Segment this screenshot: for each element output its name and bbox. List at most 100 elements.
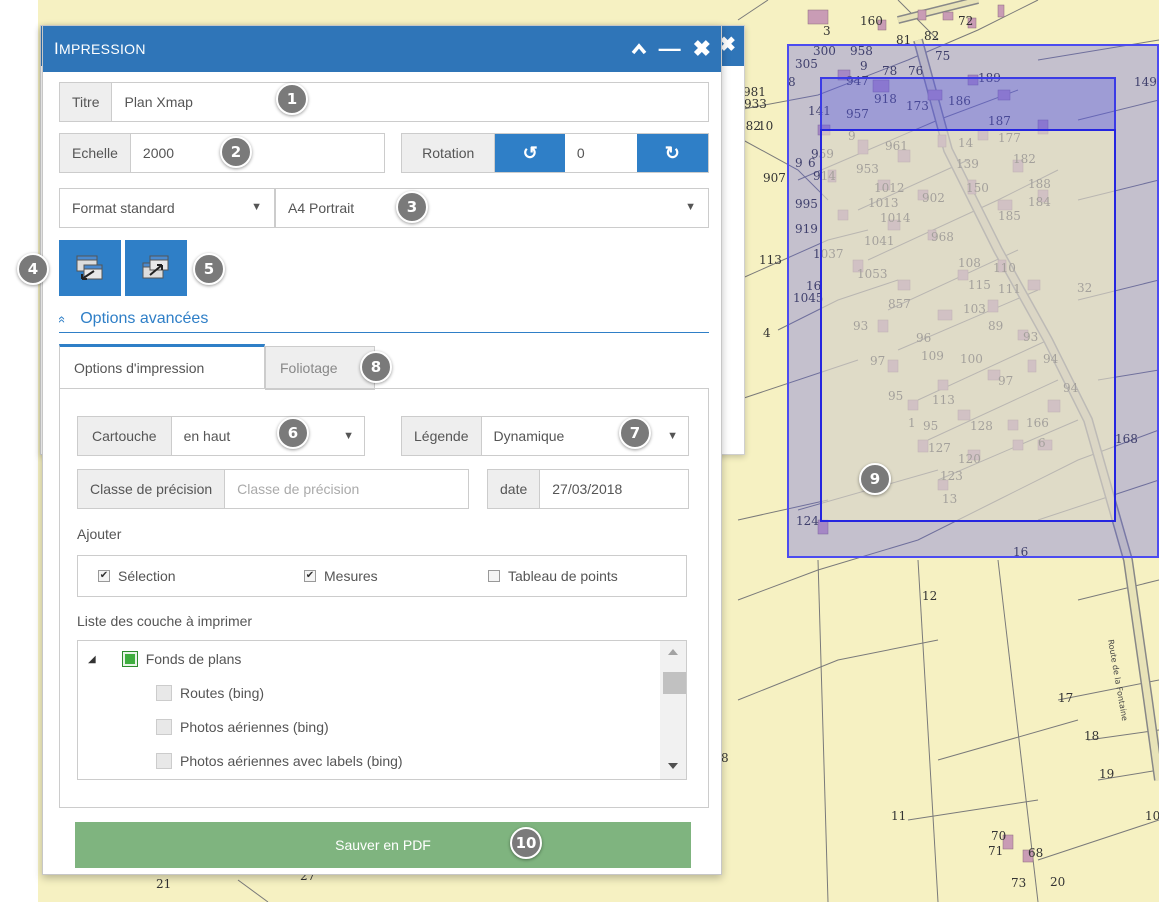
callout-badge-3: 3 [396, 191, 428, 223]
tab-print-options[interactable]: Options d'impression [59, 344, 265, 388]
checkbox-points-table-label: Tableau de points [508, 568, 618, 584]
tree-node-fonds-de-plans[interactable]: ◢ Fonds de plans [88, 651, 241, 667]
close-icon[interactable]: ✖ [693, 38, 711, 60]
layer-tree[interactable]: ◢ Fonds de plans Routes (bing) Photos aé… [77, 640, 687, 780]
layer-checkbox[interactable] [156, 685, 172, 701]
precision-field[interactable]: Classe de précision Classe de précision [77, 469, 469, 509]
checkbox-selection-label: Sélection [118, 568, 176, 584]
callout-badge-4: 4 [17, 253, 49, 285]
svg-text:17: 17 [1058, 691, 1073, 705]
scale-value[interactable]: 2000 [131, 134, 186, 172]
chevron-down-icon: ▼ [343, 430, 354, 442]
svg-text:10: 10 [758, 119, 773, 133]
date-value[interactable]: 27/03/2018 [540, 470, 634, 508]
collapse-icon[interactable] [631, 40, 647, 58]
rotation-value[interactable]: 0 [565, 134, 637, 172]
cartouche-label: Cartouche [78, 417, 172, 455]
svg-text:12: 12 [922, 589, 937, 603]
paper-size-value: A4 Portrait [288, 200, 355, 216]
format-select[interactable]: Format standard ▼ [59, 188, 275, 228]
import-layout-button[interactable] [59, 240, 121, 296]
svg-text:20: 20 [1050, 875, 1065, 889]
layer-tree-scrollbar[interactable] [660, 641, 686, 779]
tree-node-aerial[interactable]: Photos aériennes (bing) [156, 719, 329, 735]
print-page-extent[interactable] [820, 129, 1116, 522]
legend-value: Dynamique [493, 428, 565, 444]
svg-text:73: 73 [1011, 876, 1026, 890]
panel-title: IMPRESSION [54, 39, 146, 58]
date-label: date [488, 470, 541, 508]
svg-text:160: 160 [860, 14, 883, 28]
callout-badge-6: 6 [277, 417, 309, 449]
save-pdf-button[interactable]: Sauver en PDF [75, 822, 691, 868]
svg-text:68: 68 [1028, 846, 1043, 860]
tree-expand-icon[interactable]: ◢ [88, 654, 96, 665]
chevron-down-icon: ▼ [251, 201, 262, 213]
checkbox-measures-box[interactable]: ✔ [304, 570, 316, 582]
checkbox-selection[interactable]: ✔ Sélection [98, 568, 176, 584]
add-options-group: ✔ Sélection ✔ Mesures Tableau de points [77, 555, 687, 597]
checkbox-points-table-box[interactable] [488, 570, 500, 582]
minimize-icon[interactable]: — [659, 38, 681, 60]
paper-size-select[interactable]: A4 Portrait ▼ [275, 188, 709, 228]
print-header-zone [820, 77, 1116, 131]
svg-text:933: 933 [744, 97, 767, 111]
chevron-down-icon: ▼ [667, 430, 678, 442]
scroll-thumb[interactable] [663, 672, 686, 694]
title-field[interactable]: Titre Plan Xmap [59, 82, 709, 122]
svg-text:82: 82 [924, 29, 939, 43]
format-value: Format standard [72, 200, 175, 216]
rotate-left-icon: ↺ [522, 142, 538, 163]
export-icon [142, 255, 169, 279]
print-panel-header[interactable]: IMPRESSION — ✖ [43, 26, 721, 72]
layer-list-label: Liste des couche à imprimer [77, 613, 253, 629]
rotation-label: Rotation [402, 134, 496, 172]
cartouche-field[interactable]: Cartouche en haut ▼ [77, 416, 365, 456]
layer-group-checkbox[interactable] [121, 651, 138, 667]
precision-label: Classe de précision [78, 470, 226, 508]
advanced-divider [59, 332, 709, 333]
add-label: Ajouter [77, 526, 122, 542]
layer-checkbox[interactable] [156, 719, 172, 735]
svg-text:70: 70 [991, 829, 1006, 843]
layer-checkbox[interactable] [156, 753, 172, 769]
title-value[interactable]: Plan Xmap [112, 83, 204, 121]
tree-node-aerial-labels[interactable]: Photos aériennes avec labels (bing) [156, 753, 403, 769]
cartouche-value: en haut [183, 428, 231, 444]
checkbox-measures[interactable]: ✔ Mesures [304, 568, 378, 584]
svg-text:8: 8 [721, 751, 729, 765]
svg-text:907: 907 [763, 171, 786, 185]
svg-text:113: 113 [759, 253, 782, 267]
tree-node-label: Photos aériennes avec labels (bing) [180, 753, 403, 769]
legend-label: Légende [402, 417, 482, 455]
svg-text:3: 3 [823, 24, 831, 38]
scroll-down-icon[interactable] [668, 763, 678, 769]
print-panel: IMPRESSION — ✖ Titre Plan Xmap Echelle 2… [42, 25, 722, 875]
tree-node-routes[interactable]: Routes (bing) [156, 685, 264, 701]
precision-input[interactable]: Classe de précision [225, 470, 371, 508]
road-name-label: Route de la Fontaine [1106, 639, 1129, 722]
title-label: Titre [60, 83, 113, 121]
svg-text:4: 4 [763, 326, 771, 340]
rotate-left-button[interactable]: ↺ [495, 134, 565, 172]
checkbox-selection-box[interactable]: ✔ [98, 570, 110, 582]
callout-badge-8: 8 [360, 351, 392, 383]
export-layout-button[interactable] [125, 240, 187, 296]
callout-badge-2: 2 [220, 136, 252, 168]
checkbox-points-table[interactable]: Tableau de points [488, 568, 618, 584]
scale-label: Echelle [60, 134, 131, 172]
rotation-field: Rotation ↺ 0 ↻ [401, 133, 709, 173]
date-field[interactable]: date 27/03/2018 [487, 469, 689, 509]
import-icon [76, 255, 103, 280]
callout-badge-9: 9 [859, 463, 891, 495]
tab-foliotage[interactable]: Foliotage [265, 346, 375, 390]
svg-text:71: 71 [988, 844, 1003, 858]
advanced-options-toggle[interactable]: « Options avancées [55, 310, 208, 328]
svg-text:18: 18 [1084, 729, 1099, 743]
tree-node-label: Photos aériennes (bing) [180, 719, 329, 735]
scroll-up-icon[interactable] [668, 649, 678, 655]
callout-badge-1: 1 [276, 83, 308, 115]
checkbox-measures-label: Mesures [324, 568, 378, 584]
svg-text:19: 19 [1099, 767, 1114, 781]
rotate-right-button[interactable]: ↻ [636, 134, 708, 172]
